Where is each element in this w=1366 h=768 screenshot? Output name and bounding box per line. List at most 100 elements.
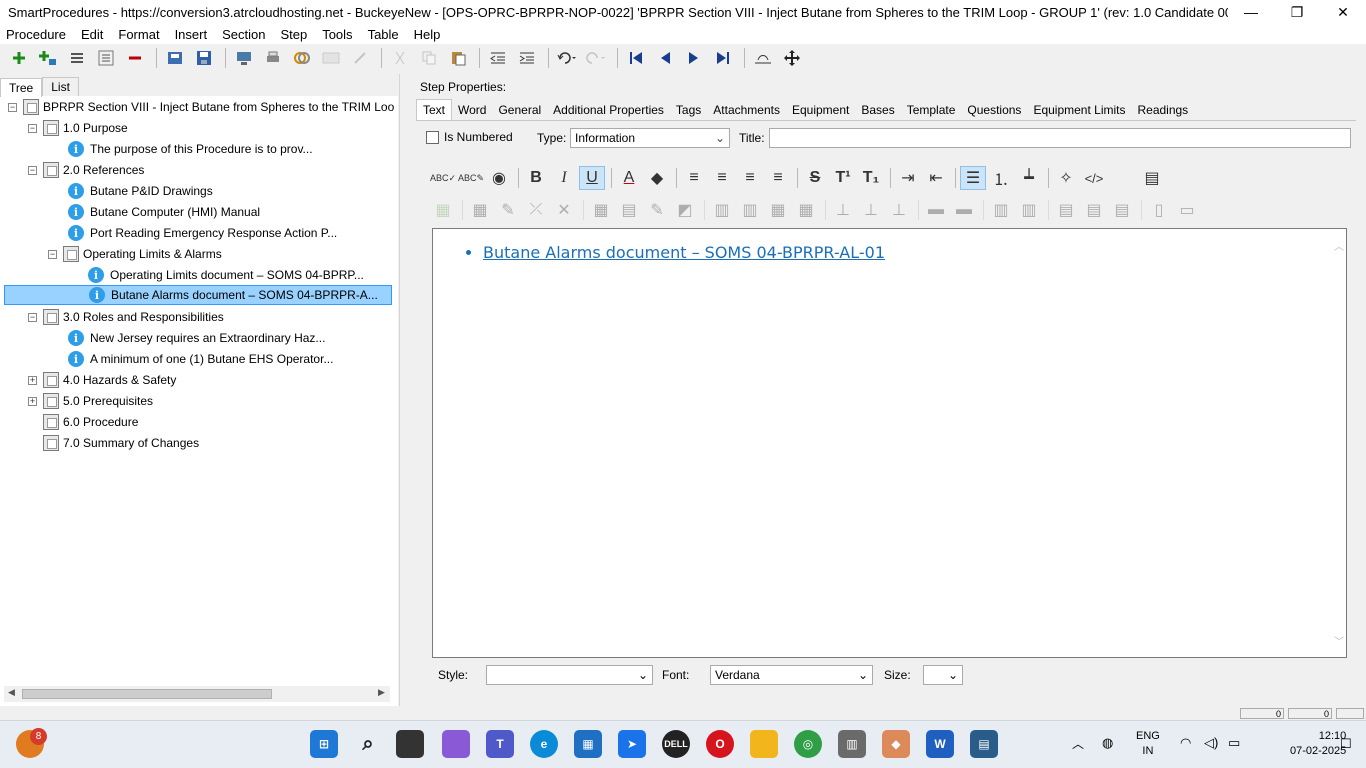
redo-arrow-icon[interactable] — [347, 46, 373, 70]
monitor-icon[interactable] — [231, 46, 257, 70]
font-color-icon[interactable]: A — [616, 166, 642, 190]
highlight-icon[interactable]: ◆ — [644, 166, 670, 190]
app-icon[interactable]: ▥ — [838, 730, 866, 758]
save-icon[interactable] — [191, 46, 217, 70]
tree-node-operating-limits[interactable]: − Operating Limits & Alarms — [48, 244, 222, 264]
table-tool-icon[interactable]: ▬ — [951, 198, 977, 222]
scrollbar-thumb[interactable] — [22, 689, 272, 699]
align-left-icon[interactable]: ≡ — [681, 166, 707, 190]
search-icon[interactable]: ⌕ — [354, 730, 382, 758]
next-step-icon[interactable] — [681, 46, 707, 70]
power-automate-icon[interactable]: ➤ — [618, 730, 646, 758]
tree-node-step[interactable]: i The purpose of this Procedure is to pr… — [68, 139, 313, 159]
table-tool-icon[interactable]: ✕ — [551, 198, 577, 222]
table-tool-icon[interactable]: ⊥ — [858, 198, 884, 222]
undo-icon[interactable] — [554, 46, 580, 70]
scroll-down-icon[interactable]: ﹀ — [1334, 633, 1344, 648]
tab-list[interactable]: List — [42, 77, 79, 96]
menu-insert[interactable]: Insert — [175, 27, 208, 42]
cut-icon[interactable] — [387, 46, 413, 70]
window-icon[interactable] — [318, 46, 344, 70]
tree-node-root[interactable]: − BPRPR Section VIII - Inject Butane fro… — [8, 97, 394, 117]
tab-additional-properties[interactable]: Additional Properties — [547, 100, 670, 120]
print-preview-icon[interactable]: ▤ — [1139, 166, 1165, 190]
close-button[interactable]: ✕ — [1320, 0, 1366, 24]
add-icon[interactable] — [6, 46, 32, 70]
collapse-icon[interactable]: − — [8, 102, 17, 112]
title-input[interactable] — [769, 128, 1351, 148]
spellcheck-icon[interactable]: ABC✓ — [430, 166, 456, 190]
bullet-list-icon[interactable]: ☰ — [960, 166, 986, 190]
superscript-icon[interactable]: T¹ — [830, 166, 856, 190]
minimize-button[interactable]: — — [1228, 0, 1274, 24]
table-tool-icon[interactable]: ▥ — [1016, 198, 1042, 222]
bold-icon[interactable]: B — [523, 166, 549, 190]
table-tool-icon[interactable]: ▥ — [709, 198, 735, 222]
table-tool-icon[interactable]: ▯ — [1146, 198, 1172, 222]
table-tool-icon[interactable]: ⊥ — [830, 198, 856, 222]
collapse-icon[interactable]: − — [28, 312, 37, 322]
menu-help[interactable]: Help — [414, 27, 441, 42]
tab-text[interactable]: Text — [416, 99, 453, 120]
is-numbered-checkbox[interactable]: Is Numbered — [426, 130, 513, 144]
tab-general[interactable]: General — [492, 100, 547, 120]
redo-icon[interactable] — [583, 46, 609, 70]
tree-node-step[interactable]: i Operating Limits document – SOMS 04-BP… — [88, 265, 364, 285]
smartprocedures-icon[interactable]: ◆ — [882, 730, 910, 758]
table-tool-icon[interactable]: ▦ — [467, 198, 493, 222]
subscript-icon[interactable]: T₁ — [858, 166, 884, 190]
tab-readings[interactable]: Readings — [1131, 100, 1194, 120]
menu-step[interactable]: Step — [280, 27, 307, 42]
table-tool-icon[interactable]: ▬ — [923, 198, 949, 222]
strikethrough-icon[interactable]: S — [802, 166, 828, 190]
tree-node-step[interactable]: i Butane Computer (HMI) Manual — [68, 202, 260, 222]
insert-table-icon[interactable]: ▦ — [430, 198, 456, 222]
tree-node-summary[interactable]: 7.0 Summary of Changes — [43, 433, 199, 453]
tree-horizontal-scrollbar[interactable]: ◀ ▶ — [4, 686, 390, 702]
move-icon[interactable] — [779, 46, 805, 70]
tab-tags[interactable]: Tags — [670, 100, 707, 120]
table-tool-icon[interactable]: ▤ — [1053, 198, 1079, 222]
add-child-icon[interactable] — [35, 46, 61, 70]
print-icon[interactable] — [260, 46, 286, 70]
store-icon[interactable]: ▦ — [574, 730, 602, 758]
tab-bases[interactable]: Bases — [855, 100, 900, 120]
table-tool-icon[interactable]: ▦ — [588, 198, 614, 222]
tree-node-prerequisites[interactable]: + 5.0 Prerequisites — [28, 391, 153, 411]
tab-word[interactable]: Word — [452, 100, 492, 120]
tab-template[interactable]: Template — [901, 100, 962, 120]
tree-node-step[interactable]: i A minimum of one (1) Butane EHS Operat… — [68, 349, 333, 369]
teams-icon[interactable]: T — [486, 730, 514, 758]
panel-splitter[interactable] — [399, 74, 407, 706]
start-icon[interactable]: ⊞ — [310, 730, 338, 758]
italic-icon[interactable]: I — [551, 166, 577, 190]
justify-icon[interactable]: ≡ — [765, 166, 791, 190]
menu-tools[interactable]: Tools — [322, 27, 352, 42]
table-tool-icon[interactable]: ▦ — [765, 198, 791, 222]
tab-attachments[interactable]: Attachments — [707, 100, 786, 120]
magic-wand-icon[interactable]: ✧ — [1053, 166, 1079, 190]
type-select[interactable]: Information ⌄ — [570, 128, 730, 148]
task-view-icon[interactable] — [396, 730, 424, 758]
collapse-icon[interactable]: − — [28, 165, 37, 175]
remove-icon[interactable] — [122, 46, 148, 70]
tree-node-step[interactable]: i Port Reading Emergency Response Action… — [68, 223, 337, 243]
open-icon[interactable] — [162, 46, 188, 70]
scroll-right-icon[interactable]: ▶ — [378, 687, 385, 698]
outdent-icon[interactable] — [485, 46, 511, 70]
align-center-icon[interactable]: ≡ — [709, 166, 735, 190]
tab-tree[interactable]: Tree — [0, 78, 43, 97]
tree-node-references[interactable]: − 2.0 References — [28, 160, 144, 180]
language-indicator[interactable]: ENG IN — [1136, 729, 1160, 759]
opera-icon[interactable]: O — [706, 730, 734, 758]
word-icon[interactable]: W — [926, 730, 954, 758]
rich-text-editor[interactable]: Butane Alarms document – SOMS 04-BPRPR-A… — [432, 228, 1347, 658]
tree-node-purpose[interactable]: − 1.0 Purpose — [28, 118, 128, 138]
paste-icon[interactable] — [445, 46, 471, 70]
tree-node-hazards[interactable]: + 4.0 Hazards & Safety — [28, 370, 176, 390]
media-icon[interactable]: ◉ — [486, 166, 512, 190]
collapse-icon[interactable]: − — [28, 123, 37, 133]
scroll-up-icon[interactable]: ︿ — [1334, 238, 1344, 253]
table-tool-icon[interactable]: ▭ — [1174, 198, 1200, 222]
tree-node-step[interactable]: i New Jersey requires an Extraordinary H… — [68, 328, 325, 348]
